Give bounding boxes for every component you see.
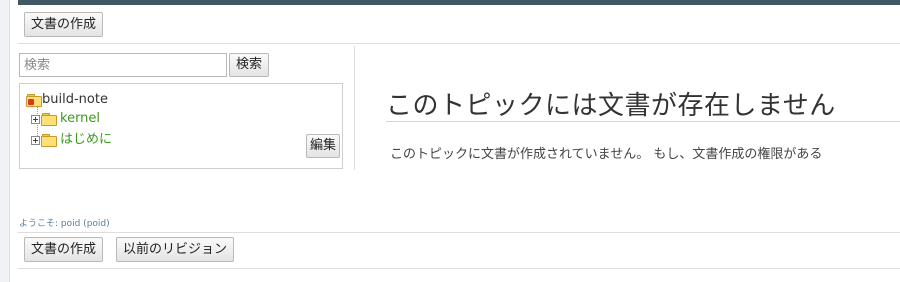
tree-root-label: build-note (42, 92, 108, 107)
tree-item-hajimeni[interactable]: はじめに (31, 132, 112, 149)
welcome-text: ようこそ: poid (poid) (19, 219, 110, 229)
tree-root-item[interactable]: build-note (26, 92, 108, 109)
footer-divider-top (18, 232, 900, 233)
search-button[interactable]: 検索 (229, 53, 270, 77)
create-document-button[interactable]: 文書の作成 (24, 12, 104, 37)
topic-tree: build-note kernel はじめに 編集 (19, 83, 343, 169)
column-divider (354, 46, 355, 170)
footer-divider-bottom (18, 268, 900, 269)
folder-icon (41, 134, 57, 147)
toolbar-divider (18, 43, 900, 44)
folder-icon (41, 113, 57, 126)
page-title: このトピックには文書が存在しません (386, 91, 836, 121)
no-document-message: このトピックに文書が作成されていません。 もし、文書作成の権限がある (390, 147, 823, 162)
tree-item-label[interactable]: kernel (60, 111, 100, 126)
folder-open-icon (26, 94, 42, 107)
footer-create-document-button[interactable]: 文書の作成 (24, 237, 104, 262)
top-accent-bar (18, 0, 900, 5)
edit-button[interactable]: 編集 (306, 134, 341, 158)
tree-item-label[interactable]: はじめに (60, 132, 112, 147)
title-underline (386, 121, 900, 122)
expand-plus-icon[interactable] (31, 114, 40, 124)
previous-revision-button[interactable]: 以前のリビジョン (116, 237, 235, 262)
expand-plus-icon[interactable] (31, 135, 40, 145)
search-input[interactable] (19, 53, 227, 77)
left-rail (0, 0, 10, 282)
tree-item-kernel[interactable]: kernel (31, 111, 100, 128)
